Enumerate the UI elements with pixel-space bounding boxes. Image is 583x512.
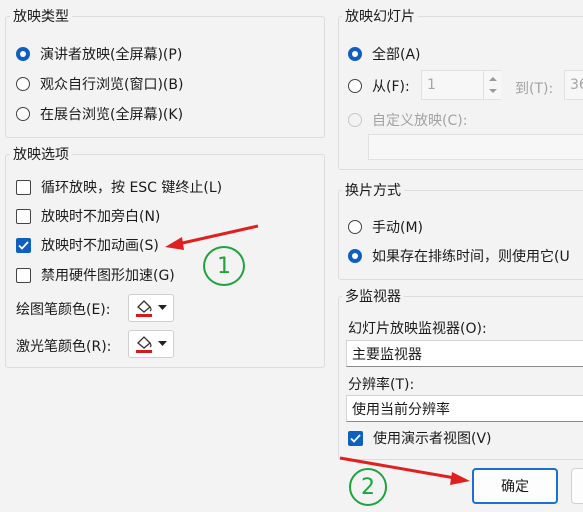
step-1-marker: 1 bbox=[203, 246, 245, 286]
monitor-label: 幻灯片放映监视器(O): bbox=[348, 321, 487, 337]
radio-manual-dot[interactable] bbox=[348, 220, 362, 234]
radio-from-slide[interactable]: 从(F): bbox=[348, 76, 410, 96]
radio-all-slides-label: 全部(A) bbox=[372, 47, 421, 63]
check-no-animation[interactable]: 放映时不加动画(S) bbox=[16, 235, 159, 255]
radio-manual-label: 手动(M) bbox=[372, 220, 424, 236]
radio-audience-label: 观众自行浏览(窗口)(B) bbox=[40, 77, 184, 93]
pen-color-label: 绘图笔颜色(E): bbox=[16, 302, 111, 318]
check-disable-hw-accel-box[interactable] bbox=[16, 267, 31, 283]
check-no-animation-label: 放映时不加动画(S) bbox=[41, 238, 159, 254]
check-no-narration[interactable]: 放映时不加旁白(N) bbox=[16, 206, 160, 226]
from-slide-spinner[interactable] bbox=[483, 71, 501, 99]
check-no-animation-box[interactable] bbox=[16, 237, 31, 253]
radio-presenter[interactable]: 演讲者放映(全屏幕)(P) bbox=[16, 44, 182, 64]
checkmark-icon bbox=[18, 240, 29, 250]
paint-bucket-icon bbox=[136, 336, 152, 353]
check-disable-hw-accel-label: 禁用硬件图形加速(G) bbox=[41, 268, 175, 284]
radio-all-slides[interactable]: 全部(A) bbox=[348, 44, 421, 64]
custom-show-select[interactable] bbox=[368, 134, 583, 160]
chevron-down-icon bbox=[158, 341, 167, 346]
radio-custom-show[interactable]: 自定义放映(C): bbox=[348, 110, 467, 130]
monitors-title: 多监视器 bbox=[342, 286, 404, 306]
resolution-select[interactable]: 使用当前分辨率 bbox=[346, 395, 583, 422]
radio-audience[interactable]: 观众自行浏览(窗口)(B) bbox=[16, 74, 183, 94]
check-loop-label: 循环放映，按 ESC 键终止(L) bbox=[41, 180, 223, 196]
spinner-arrows-icon bbox=[489, 77, 497, 93]
radio-from-slide-dot[interactable] bbox=[348, 79, 362, 93]
radio-custom-show-dot[interactable] bbox=[348, 113, 362, 127]
step-2-marker: 2 bbox=[349, 468, 387, 506]
to-slide-input[interactable]: 36 bbox=[564, 70, 583, 100]
radio-kiosk-dot[interactable] bbox=[16, 107, 30, 121]
radio-audience-dot[interactable] bbox=[16, 77, 30, 91]
laser-color-label: 激光笔颜色(R): bbox=[16, 339, 112, 355]
radio-from-slide-label: 从(F): bbox=[372, 79, 410, 95]
monitor-select[interactable]: 主要监视器 bbox=[346, 340, 583, 367]
monitor-select-value: 主要监视器 bbox=[352, 346, 422, 363]
check-no-narration-label: 放映时不加旁白(N) bbox=[41, 209, 161, 225]
chevron-down-icon bbox=[158, 305, 167, 310]
radio-custom-show-label: 自定义放映(C): bbox=[372, 113, 468, 129]
resolution-label: 分辨率(T): bbox=[348, 377, 415, 393]
to-slide-label: 到(T): bbox=[515, 81, 554, 97]
radio-presenter-dot[interactable] bbox=[16, 47, 30, 61]
radio-kiosk-label: 在展台浏览(全屏幕)(K) bbox=[40, 107, 184, 123]
radio-kiosk[interactable]: 在展台浏览(全屏幕)(K) bbox=[16, 104, 183, 124]
check-loop-box[interactable] bbox=[16, 179, 31, 195]
laser-color-button[interactable] bbox=[128, 330, 174, 358]
to-slide-value: 36 bbox=[570, 77, 583, 93]
check-presenter-view[interactable]: 使用演示者视图(V) bbox=[348, 428, 492, 448]
paint-bucket-icon bbox=[136, 300, 152, 317]
ok-button[interactable]: 确定 bbox=[472, 468, 558, 504]
radio-all-slides-dot[interactable] bbox=[348, 47, 362, 61]
check-loop[interactable]: 循环放映，按 ESC 键终止(L) bbox=[16, 177, 222, 197]
radio-use-timings-label: 如果存在排练时间，则使用它(U bbox=[372, 249, 570, 265]
advance-title: 换片方式 bbox=[342, 180, 404, 200]
radio-use-timings-dot[interactable] bbox=[348, 249, 362, 263]
show-type-title: 放映类型 bbox=[10, 6, 72, 26]
from-slide-value: 1 bbox=[427, 77, 436, 93]
check-no-narration-box[interactable] bbox=[16, 208, 31, 224]
slides-title: 放映幻灯片 bbox=[342, 6, 418, 26]
show-options-title: 放映选项 bbox=[10, 144, 72, 164]
check-presenter-view-box[interactable] bbox=[348, 430, 363, 446]
check-disable-hw-accel[interactable]: 禁用硬件图形加速(G) bbox=[16, 265, 175, 285]
resolution-select-value: 使用当前分辨率 bbox=[352, 401, 450, 418]
radio-presenter-label: 演讲者放映(全屏幕)(P) bbox=[40, 47, 183, 63]
radio-manual[interactable]: 手动(M) bbox=[348, 217, 423, 237]
pen-color-button[interactable] bbox=[128, 294, 174, 322]
cancel-button-partial[interactable] bbox=[571, 468, 583, 504]
check-presenter-view-label: 使用演示者视图(V) bbox=[373, 431, 492, 447]
radio-use-timings[interactable]: 如果存在排练时间，则使用它(U bbox=[348, 246, 570, 266]
checkmark-icon bbox=[350, 433, 361, 443]
